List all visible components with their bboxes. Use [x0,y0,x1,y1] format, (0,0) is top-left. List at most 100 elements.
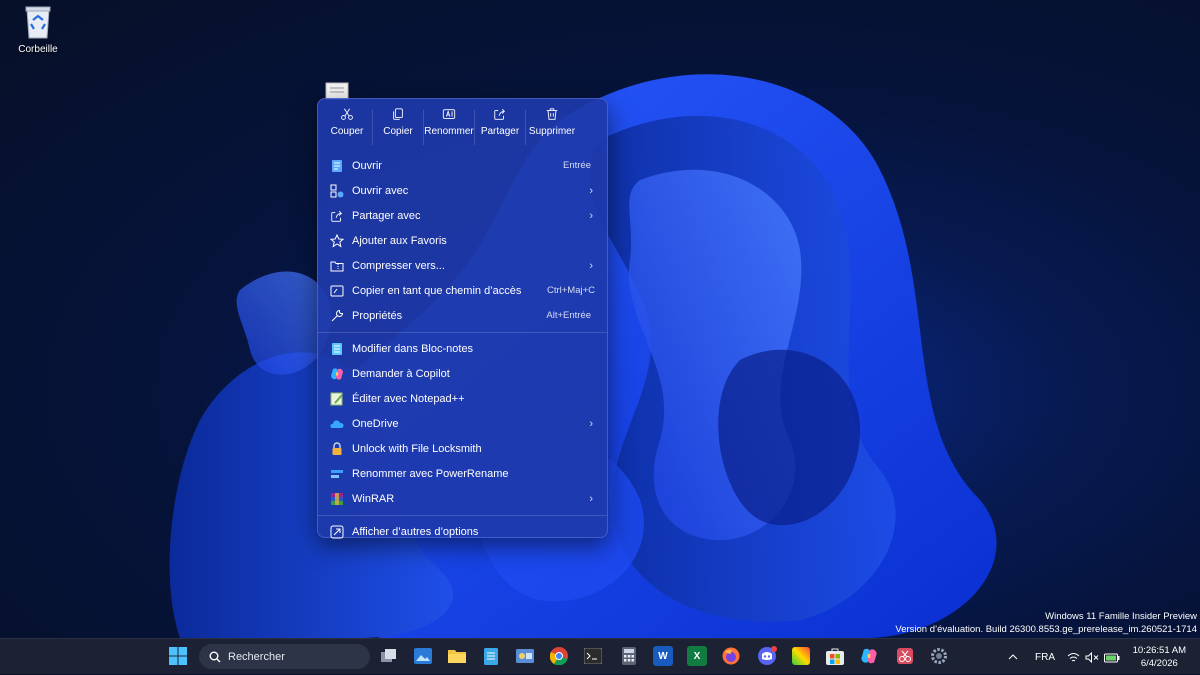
share-icon [330,209,344,223]
taskbar-search[interactable]: Rechercher [199,644,370,669]
menu-item-edit-notepad[interactable]: Modifier dans Bloc-notes [318,336,607,361]
wifi-icon[interactable] [1067,639,1080,675]
clock-date: 6/4/2026 [1140,658,1178,669]
copy-button[interactable]: Copier [373,104,423,149]
menu-item-label: Renommer avec PowerRename [352,467,509,480]
winrar-icon [330,492,344,506]
search-placeholder: Rechercher [228,650,285,663]
rename-icon [442,109,456,119]
menu-item-label: WinRAR [352,492,395,505]
recycle-bin-icon [25,6,51,39]
taskbar: Rechercher W X FRA 10:26:51 AM 6/4/2026 [0,638,1200,674]
word-icon[interactable]: W [653,646,673,666]
menu-item-copy-path[interactable]: Copier en tant que chemin d’accès Ctrl+M… [318,278,607,303]
shortcut-hint: Ctrl+Maj+C [546,285,595,296]
delete-label: Supprimer [528,126,576,137]
task-view-icon[interactable] [379,646,399,666]
share-label: Partager [480,126,520,137]
watermark-build: Version d’évaluation. Build 26300.8553.g… [895,624,1197,635]
menu-item-notepadpp[interactable]: Éditer avec Notepad++ [318,386,607,411]
copilot-icon [330,367,344,381]
delete-icon [546,108,558,120]
volume-muted-icon[interactable] [1085,639,1099,675]
chevron-right-icon: › [589,209,593,222]
copilot-taskbar-icon[interactable] [859,646,879,666]
copy-label: Copier [383,126,413,137]
menu-item-properties[interactable]: Propriétés Alt+Entrée [318,303,607,328]
clock-time: 10:26:51 AM [1132,645,1186,656]
share-button[interactable]: Partager [475,104,525,149]
menu-item-share-with[interactable]: Partager avec › [318,203,607,228]
menu-item-label: Propriétés [352,309,403,322]
terminal-icon[interactable] [583,646,603,666]
chevron-right-icon: › [589,184,593,197]
chevron-right-icon: › [589,259,593,272]
onedrive-icon [330,417,344,431]
recycle-bin-label: Corbeille [18,44,58,55]
watermark-edition: Windows 11 Famille Insider Preview [1045,611,1197,622]
notepad-taskbar-icon[interactable] [481,646,501,666]
menu-item-label: Unlock with File Locksmith [352,442,482,455]
menu-item-open[interactable]: Ouvrir Entrée [318,153,607,178]
menu-item-file-locksmith[interactable]: Unlock with File Locksmith [318,436,607,461]
rename-label: Renommer [424,126,474,137]
photos-icon[interactable] [413,646,433,666]
settings-icon[interactable] [929,646,949,666]
menu-item-label: Modifier dans Bloc-notes [352,342,474,355]
chevron-right-icon: › [589,417,593,430]
more-options-icon [330,525,344,539]
menu-item-label: Ouvrir [352,159,382,172]
calculator-icon[interactable] [619,646,639,666]
menu-item-ask-copilot[interactable]: Demander à Copilot [318,361,607,386]
system-clock[interactable]: 10:26:51 AM 6/4/2026 [1133,644,1186,670]
menu-item-label: Éditer avec Notepad++ [352,392,465,405]
cut-icon [341,108,353,120]
menu-item-winrar[interactable]: WinRAR › [318,486,607,511]
rename-button[interactable]: Renommer [424,104,474,149]
folder-zip-icon [330,259,344,273]
chrome-icon[interactable] [549,646,569,666]
show-hidden-icons-button[interactable] [1008,639,1018,675]
color-app-icon[interactable] [791,646,811,666]
divider [318,332,607,333]
notepadpp-icon [330,392,344,406]
menu-item-more-options[interactable]: Afficher d’autres d’options [318,519,607,544]
menu-item-powerrename[interactable]: Renommer avec PowerRename [318,461,607,486]
menu-item-label: Partager avec [352,209,421,222]
wrench-icon [330,309,344,323]
star-icon [330,233,344,248]
cut-button[interactable]: Couper [322,104,372,149]
shortcut-hint: Alt+Entrée [546,310,591,321]
lock-icon [330,441,344,456]
battery-icon[interactable] [1104,639,1120,675]
copy-icon [393,108,403,120]
language-indicator[interactable]: FRA [1035,639,1055,675]
recycle-bin-shortcut[interactable]: Corbeille [0,4,76,55]
menu-item-open-with[interactable]: Ouvrir avec › [318,178,607,203]
menu-item-label: Copier en tant que chemin d’accès [352,284,522,297]
microsoft-store-icon[interactable] [825,646,845,666]
menu-item-label: Ouvrir avec [352,184,409,197]
open-with-icon [330,184,344,198]
delete-button[interactable]: Supprimer [526,104,578,149]
divider [318,515,607,516]
search-icon [209,651,221,662]
control-panel-icon[interactable] [515,646,535,666]
firefox-icon[interactable] [721,646,741,666]
document-icon [330,159,344,173]
snipping-tool-icon[interactable] [895,646,915,666]
menu-item-label: Compresser vers... [352,259,445,272]
file-explorer-icon[interactable] [447,646,467,666]
menu-item-onedrive[interactable]: OneDrive › [318,411,607,436]
start-button[interactable] [168,646,188,666]
discord-icon[interactable] [757,646,777,666]
excel-icon[interactable]: X [687,646,707,666]
cut-label: Couper [330,126,364,137]
shortcut-hint: Entrée [563,160,591,171]
menu-item-compress[interactable]: Compresser vers... › [318,253,607,278]
quick-actions-bar: Couper Copier Renommer Partager Supprime… [318,99,607,149]
menu-item-label: Ajouter aux Favoris [352,234,447,247]
menu-item-label: Afficher d’autres d’options [352,525,479,538]
notepad-icon [330,342,344,356]
menu-item-add-favorites[interactable]: Ajouter aux Favoris [318,228,607,253]
